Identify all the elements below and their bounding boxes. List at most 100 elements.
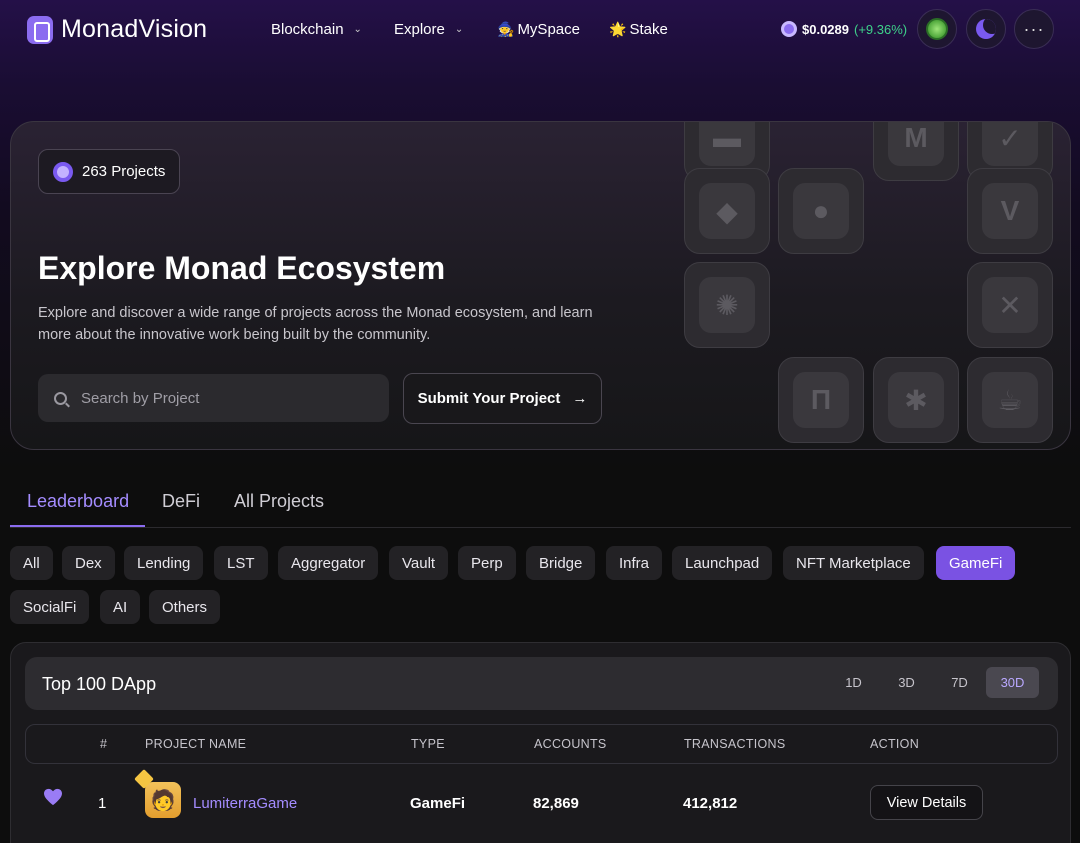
table-logo-icon: Π (793, 372, 849, 428)
range-3d[interactable]: 3D (880, 667, 933, 698)
cup-logo-icon: ☕ (982, 372, 1038, 428)
diamond-logo-icon: ◆ (699, 183, 755, 239)
row-transactions: 412,812 (683, 795, 738, 812)
category-chip[interactable]: Perp (458, 546, 516, 580)
hero-banner: 263 Projects Explore Monad Ecosystem Exp… (10, 121, 1071, 450)
col-accounts: ACCOUNTS (534, 737, 607, 751)
project-tile[interactable]: ✕ (967, 262, 1053, 348)
project-logo-icon: ✓ (982, 122, 1038, 166)
project-tile[interactable]: ◆ (684, 168, 770, 254)
monad-coin-icon (781, 21, 797, 37)
nav-blockchain-label: Blockchain (271, 21, 344, 38)
category-chip[interactable]: Vault (389, 546, 449, 580)
price-change: (+9.36%) (854, 21, 908, 37)
category-chip[interactable]: LST (214, 546, 268, 580)
project-tile[interactable]: ☕ (967, 357, 1053, 443)
col-transactions: TRANSACTIONS (684, 737, 786, 751)
category-chip-active[interactable]: GameFi (936, 546, 1016, 580)
token-price: $0.0289 (+9.36%) (781, 21, 907, 37)
range-30d[interactable]: 30D (986, 667, 1039, 698)
moon-icon (976, 19, 996, 39)
project-logo-icon: ▬ (699, 122, 755, 166)
project-tile[interactable]: ● (778, 168, 864, 254)
heart-icon[interactable] (43, 788, 63, 806)
monad-logo-icon (27, 15, 53, 44)
chevron-down-icon: ⌄ (353, 24, 362, 35)
tab-leaderboard[interactable]: Leaderboard (27, 491, 129, 512)
theme-toggle-button[interactable] (966, 9, 1006, 49)
category-chip[interactable]: Aggregator (278, 546, 379, 580)
table-row[interactable]: 1 🧑 LumiterraGame GameFi 82,869 412,812 … (25, 778, 1058, 838)
panel-title: Top 100 DApp (42, 674, 157, 694)
price-value: $0.0289 (802, 21, 849, 37)
row-rank: 1 (98, 795, 107, 812)
category-chip[interactable]: Launchpad (672, 546, 773, 580)
project-tile[interactable]: ✱ (873, 357, 959, 443)
tab-all-projects[interactable]: All Projects (234, 491, 324, 512)
chevron-down-icon: ⌄ (454, 24, 464, 35)
section-tabs: Leaderboard DeFi All Projects (10, 478, 1071, 528)
nav-explore-label: Explore (394, 21, 445, 38)
hero-description: Explore and discover a wide range of pro… (38, 305, 593, 343)
project-logo-icon: M (888, 122, 944, 166)
project-tile[interactable]: ✺ (684, 262, 770, 348)
col-project-name: PROJECT NAME (145, 737, 247, 751)
axolotl-logo-icon: ✱ (888, 372, 944, 428)
col-action: ACTION (870, 737, 920, 751)
nav-stake[interactable]: 🌟 Stake (609, 21, 668, 38)
page-title: Explore Monad Ecosystem (38, 250, 446, 286)
avatar-icon (926, 18, 948, 40)
category-chip[interactable]: NFT Marketplace (783, 546, 924, 580)
wizard-icon: 🧙 (497, 21, 515, 37)
category-chip[interactable]: Bridge (526, 546, 596, 580)
more-dots-icon: ··· (1023, 18, 1045, 39)
active-tab-indicator (10, 525, 145, 527)
penguin-logo-icon: ● (793, 183, 849, 239)
category-chip[interactable]: SocialFi (10, 590, 90, 624)
project-search[interactable] (38, 374, 389, 422)
category-chip[interactable]: Infra (606, 546, 663, 580)
submit-project-button[interactable]: Submit Your Project → (403, 373, 602, 424)
project-avatar-icon: 🧑 (145, 782, 181, 818)
tab-defi[interactable]: DeFi (162, 491, 200, 512)
col-rank: # (100, 737, 108, 751)
nav-blockchain[interactable]: Blockchain ⌄ (271, 21, 362, 38)
logo-text: MonadVision (61, 15, 208, 43)
row-type: GameFi (410, 795, 466, 812)
view-details-button[interactable]: View Details (870, 785, 983, 820)
submit-project-label: Submit Your Project (417, 390, 561, 407)
project-tile[interactable]: M (873, 122, 959, 181)
table-header: # PROJECT NAME TYPE ACCOUNTS TRANSACTION… (25, 724, 1058, 764)
project-name-link[interactable]: LumiterraGame (193, 795, 297, 812)
range-7d[interactable]: 7D (933, 667, 986, 698)
star-icon: 🌟 (609, 21, 627, 37)
category-chip[interactable]: Lending (124, 546, 204, 580)
projects-count-badge: 263 Projects (38, 149, 181, 194)
nav-myspace[interactable]: 🧙 MySpace (497, 21, 580, 38)
search-input[interactable] (81, 389, 361, 407)
monad-coin-icon (53, 161, 73, 182)
project-tile[interactable]: Π (778, 357, 864, 443)
nav-stake-label: Stake (629, 21, 668, 38)
category-chip[interactable]: Others (149, 590, 221, 624)
category-chip[interactable]: All (10, 546, 53, 580)
category-chip[interactable]: Dex (62, 546, 115, 580)
category-chip[interactable]: AI (100, 590, 141, 624)
search-icon (54, 391, 67, 405)
col-type: TYPE (411, 737, 445, 751)
nav-explore[interactable]: Explore ⌄ (394, 21, 463, 38)
range-1d[interactable]: 1D (827, 667, 880, 698)
leaderboard-panel: Top 100 DApp 1D 3D 7D 30D # PROJECT NAME… (10, 642, 1071, 843)
user-avatar-button[interactable] (917, 9, 957, 49)
arrow-right-icon: → (572, 390, 588, 407)
v-logo-icon: V (982, 183, 1038, 239)
top-nav: MonadVision Blockchain ⌄ Explore ⌄ 🧙 MyS… (0, 0, 1080, 60)
logo[interactable]: MonadVision (27, 15, 207, 44)
projects-count-text: 263 Projects (82, 163, 166, 180)
panel-header: Top 100 DApp 1D 3D 7D 30D (25, 657, 1058, 710)
project-tile[interactable]: V (967, 168, 1053, 254)
nav-myspace-label: MySpace (517, 21, 580, 38)
more-menu-button[interactable]: ··· (1014, 9, 1054, 49)
flame-gear-logo-icon: ✺ (699, 277, 755, 333)
row-accounts: 82,869 (533, 795, 579, 812)
